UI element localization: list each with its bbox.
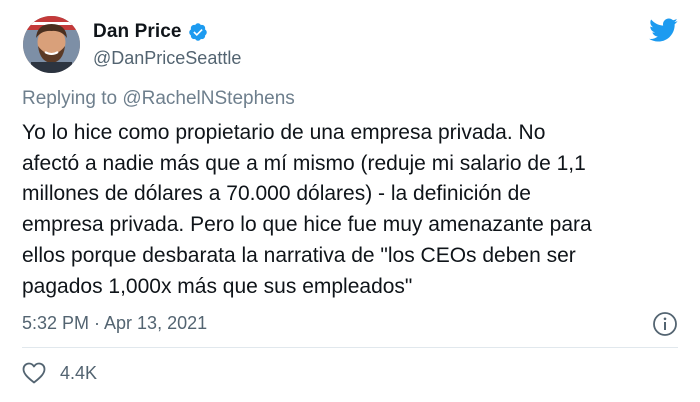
author-info: Dan Price @DanPriceSeattle: [93, 20, 241, 69]
divider: [22, 347, 678, 348]
info-icon[interactable]: [652, 311, 678, 337]
tweet-card: Dan Price @DanPriceSeattle Replying to @…: [0, 0, 700, 402]
name-row: Dan Price: [93, 20, 241, 44]
replying-to: Replying to @RachelNStephens: [22, 88, 295, 110]
reply-mention-link[interactable]: @RachelNStephens: [122, 88, 294, 109]
like-count: 4.4K: [60, 362, 98, 383]
tweet-timestamp[interactable]: 5:32 PM · Apr 13, 2021: [22, 313, 207, 334]
handle[interactable]: @DanPriceSeattle: [93, 48, 241, 69]
replying-to-prefix: Replying to: [22, 88, 123, 109]
tweet-text: Yo lo hice como propietario de una empre…: [22, 121, 592, 298]
twitter-bird-icon[interactable]: [648, 17, 678, 43]
tweet-actions: 4.4K: [22, 362, 97, 384]
verified-badge-icon: [188, 22, 208, 42]
heart-icon[interactable]: [22, 362, 46, 384]
display-name[interactable]: Dan Price: [93, 21, 182, 43]
avatar[interactable]: [23, 16, 80, 73]
